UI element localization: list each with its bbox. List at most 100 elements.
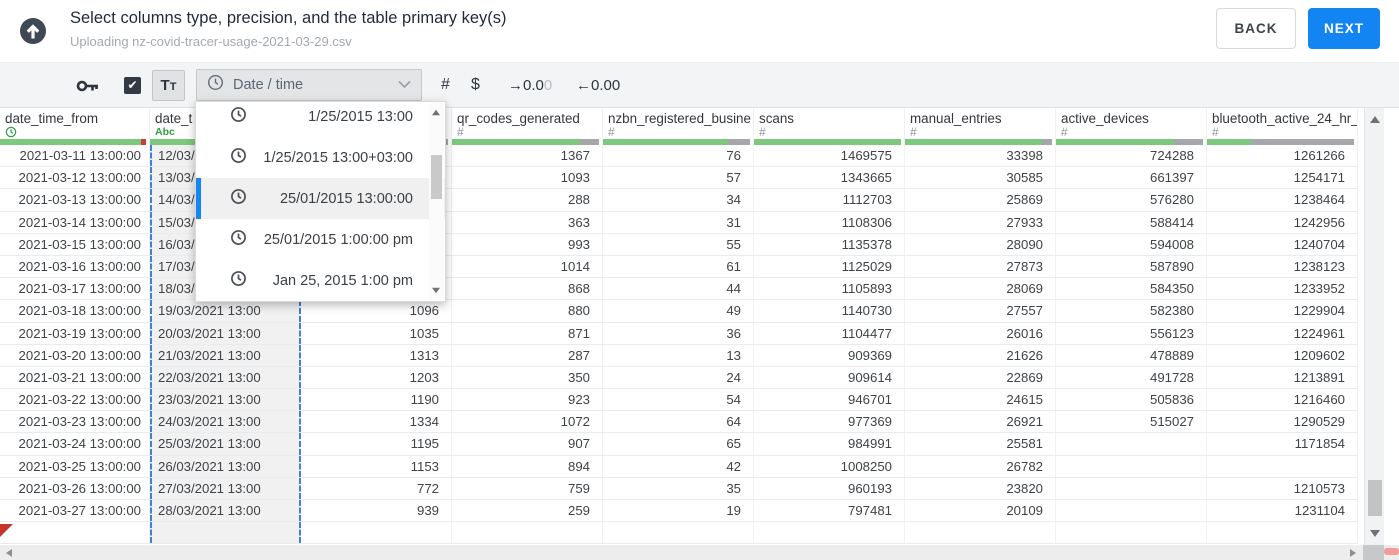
cell: 2021-03-15 13:00:00 [0, 233, 150, 255]
cell: 1153 [301, 455, 452, 477]
cell: 44 [603, 278, 754, 300]
table-row [0, 522, 1358, 545]
page-title: Select columns type, precision, and the … [70, 9, 507, 27]
cell: 1190 [301, 389, 452, 411]
clock-type-icon [0, 126, 149, 140]
cell: 1112703 [754, 189, 905, 211]
cell: 1014 [452, 255, 603, 278]
column-header-qr_codes_generated[interactable]: qr_codes_generated # [452, 108, 603, 145]
scroll-left-icon[interactable] [6, 549, 12, 557]
cell: 880 [452, 300, 603, 322]
column-header-bluetooth_active_24_hr_[interactable]: bluetooth_active_24_hr_ # [1207, 108, 1358, 145]
clock-icon [230, 106, 247, 127]
cell: 797481 [754, 500, 905, 522]
cell: 287 [452, 344, 603, 366]
date-format-option[interactable]: Jan 25, 2015 1:00 pm [196, 260, 445, 301]
cell: 582380 [1056, 300, 1207, 322]
cell: 22869 [905, 366, 1056, 389]
scroll-right-icon[interactable] [1350, 549, 1356, 557]
date-format-option[interactable]: 1/25/2015 13:00 [196, 102, 445, 137]
date-format-option[interactable]: 1/25/2015 13:00+03:00 [196, 137, 445, 178]
next-button[interactable]: NEXT [1308, 8, 1380, 49]
cell: 24615 [905, 389, 1056, 411]
cell: 23820 [905, 477, 1056, 499]
dropdown-scroll-up-icon[interactable] [432, 109, 440, 116]
scroll-up-icon[interactable] [1370, 116, 1380, 123]
primary-key-icon[interactable] [76, 78, 100, 99]
cell: 20109 [905, 500, 1056, 522]
cell: 26/03/2021 13:00 [150, 455, 301, 477]
cell: 923 [452, 389, 603, 411]
cell [1207, 455, 1358, 477]
cell: 27933 [905, 211, 1056, 233]
cell: 907 [452, 433, 603, 455]
cell: 1072 [452, 411, 603, 433]
cell: 576280 [1056, 189, 1207, 211]
table-row: 2021-03-22 13:00:00 23/03/2021 13:00 1190 9… [0, 389, 1358, 412]
cell [301, 522, 452, 544]
scroll-down-icon[interactable] [1370, 530, 1380, 537]
date-format-option[interactable]: 25/01/2015 1:00:00 pm [196, 219, 445, 260]
column-name: nzbn_registered_busine [608, 111, 751, 126]
cell: 27557 [905, 300, 1056, 322]
cell: 1229904 [1207, 300, 1358, 322]
cell: 1213891 [1207, 366, 1358, 389]
cell: 259 [452, 500, 603, 522]
cell: 1203 [301, 366, 452, 389]
column-header-nzbn_registered_busine[interactable]: nzbn_registered_busine # [603, 108, 754, 145]
cell: 2021-03-19 13:00:00 [0, 322, 150, 344]
table-row: 2021-03-20 13:00:00 21/03/2021 13:00 1313 2… [0, 344, 1358, 367]
date-format-option[interactable]: 25/01/2015 13:00:00 [196, 178, 445, 219]
vertical-scrollbar[interactable] [1364, 108, 1384, 545]
dropdown-scroll-thumb[interactable] [431, 155, 442, 199]
date-format-label: Jan 25, 2015 1:00 pm [272, 272, 413, 289]
text-type-button[interactable]: Tt [152, 70, 185, 101]
cell: 36 [603, 322, 754, 344]
cell: 2021-03-16 13:00:00 [0, 255, 150, 278]
type-select-dropdown[interactable]: Date / time [196, 69, 422, 101]
cell: 1140730 [754, 300, 905, 322]
cell: 1238123 [1207, 255, 1358, 278]
cell: 24 [603, 366, 754, 389]
vertical-scroll-thumb[interactable] [1368, 480, 1382, 516]
back-button[interactable]: BACK [1216, 8, 1296, 49]
cell: 13 [603, 344, 754, 366]
column-header-manual_entries[interactable]: manual_entries # [905, 108, 1056, 145]
cell [754, 522, 905, 544]
cell: 25869 [905, 189, 1056, 211]
column-header-date_time_from[interactable]: date_time_from [0, 108, 150, 145]
cell: 54 [603, 389, 754, 411]
cell: 960193 [754, 477, 905, 499]
cell: 65 [603, 433, 754, 455]
column-name: qr_codes_generated [457, 111, 580, 126]
cell: 2021-03-24 13:00:00 [0, 433, 150, 455]
cell: 594008 [1056, 233, 1207, 255]
date-format-label: 1/25/2015 13:00 [308, 108, 413, 125]
number-type-icon: # [608, 125, 615, 139]
dropdown-scroll-down-icon[interactable] [432, 287, 440, 294]
currency-type-button[interactable]: $ [471, 62, 480, 108]
cell: 28069 [905, 278, 1056, 300]
cell: 24/03/2021 13:00 [150, 411, 301, 433]
clock-icon [230, 188, 247, 209]
date-format-label: 25/01/2015 13:00:00 [279, 190, 413, 207]
cell: 2021-03-25 13:00:00 [0, 455, 150, 477]
decrease-decimal-button[interactable]: → 0.0 0 [508, 62, 552, 108]
cell: 2021-03-23 13:00:00 [0, 411, 150, 433]
column-header-scans[interactable]: scans # [754, 108, 905, 145]
increase-decimal-button[interactable]: ← 0.00 [576, 62, 620, 108]
cell: 2021-03-17 13:00:00 [0, 278, 150, 300]
cell [603, 522, 754, 544]
chevron-down-icon [398, 76, 411, 94]
horizontal-scrollbar[interactable] [0, 545, 1399, 560]
column-name: date_time_from [5, 111, 99, 126]
column-header-active_devices[interactable]: active_devices # [1056, 108, 1207, 145]
cell: 1343665 [754, 167, 905, 189]
upload-cloud-icon [19, 17, 47, 50]
cell: 20/03/2021 13:00 [150, 322, 301, 344]
date-format-label: 25/01/2015 1:00:00 pm [263, 231, 413, 248]
column-checkbox[interactable]: ✔ [124, 77, 141, 94]
cell: 42 [603, 455, 754, 477]
dropdown-scrollbar[interactable] [429, 103, 444, 300]
cell: 28090 [905, 233, 1056, 255]
